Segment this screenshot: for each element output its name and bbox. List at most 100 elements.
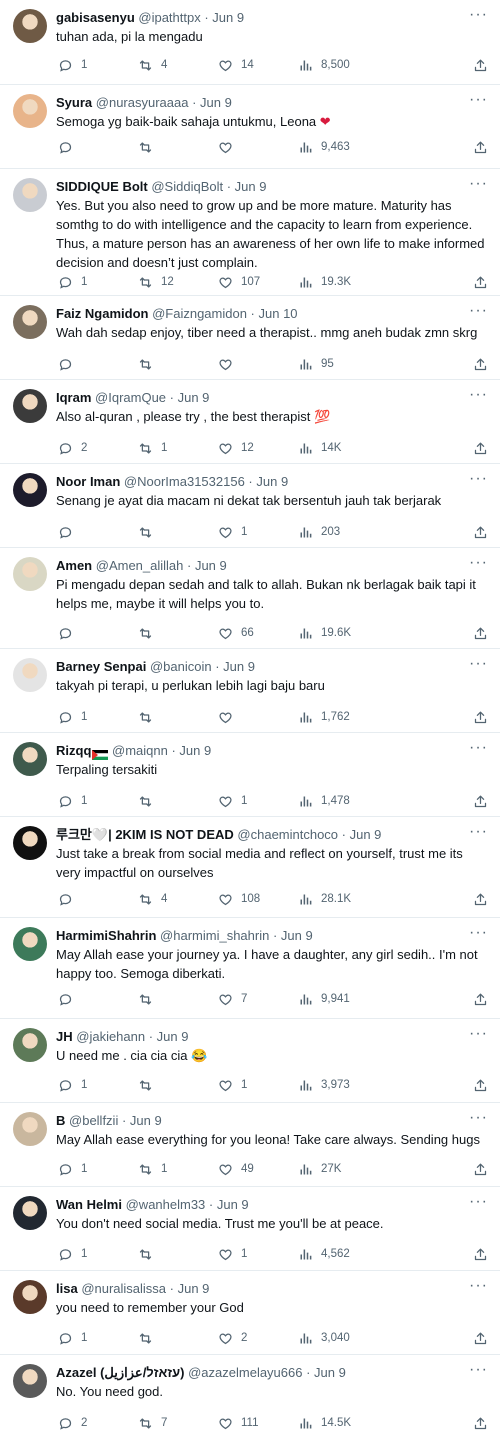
tweet[interactable]: Amen @Amen_alillah · Jun 9 ··· Pi mengadu … (0, 548, 500, 649)
share-button[interactable] (473, 1245, 488, 1263)
views-button[interactable]: 27K (298, 1160, 341, 1178)
tweet-date[interactable]: Jun 9 (179, 743, 211, 758)
tweet[interactable]: Syura @nurasyuraaaa · Jun 9 ··· Semoga yg … (0, 85, 500, 169)
user-handle[interactable]: @jakiehann (76, 1029, 145, 1044)
avatar[interactable] (13, 557, 47, 591)
user-handle[interactable]: @wanhelm33 (126, 1197, 206, 1212)
like-button[interactable]: 49 (218, 1160, 254, 1178)
views-button[interactable]: 203 (298, 523, 340, 541)
avatar[interactable] (13, 826, 47, 860)
tweet-date[interactable]: Jun 9 (212, 10, 244, 25)
tweet-date[interactable]: Jun 9 (178, 1281, 210, 1296)
retweet-button[interactable] (138, 708, 161, 726)
display-name[interactable]: B (56, 1113, 65, 1128)
tweet[interactable]: Faiz Ngamidon @Faizngamidon · Jun 10 ··· W… (0, 296, 500, 380)
like-button[interactable]: 14 (218, 56, 254, 74)
views-button[interactable]: 3,973 (298, 1076, 350, 1094)
reply-button[interactable]: 1 (58, 1329, 87, 1347)
avatar[interactable] (13, 473, 47, 507)
more-options-icon[interactable]: ··· (469, 1025, 488, 1043)
retweet-button[interactable]: 1 (138, 439, 167, 457)
display-name[interactable]: Rizqq (56, 743, 91, 758)
reply-button[interactable]: 2 (58, 1414, 87, 1432)
avatar[interactable] (13, 1280, 47, 1314)
reply-button[interactable]: 1 (58, 1076, 87, 1094)
retweet-button[interactable] (138, 138, 161, 156)
user-handle[interactable]: @chaemintchoco (237, 827, 338, 842)
retweet-button[interactable]: 7 (138, 1414, 167, 1432)
tweet-date[interactable]: Jun 9 (157, 1029, 189, 1044)
tweet-date[interactable]: Jun 9 (256, 474, 288, 489)
tweet-date[interactable]: Jun 9 (281, 928, 313, 943)
more-options-icon[interactable]: ··· (469, 470, 488, 488)
reply-button[interactable]: 1 (58, 792, 87, 810)
tweet[interactable]: Noor Iman @NoorIma31532156 · Jun 9 ··· Sen… (0, 464, 500, 548)
user-handle[interactable]: @maiqnn (112, 743, 168, 758)
views-button[interactable]: 4,562 (298, 1245, 350, 1263)
display-name[interactable]: Iqram (56, 390, 91, 405)
like-button[interactable]: 2 (218, 1329, 247, 1347)
avatar[interactable] (13, 742, 47, 776)
tweet[interactable]: B @bellfzii · Jun 9 ··· May Allah ease eve… (0, 1103, 500, 1187)
tweet[interactable]: HarmimiShahrin @harmimi_shahrin · Jun 9 ·… (0, 918, 500, 1019)
share-button[interactable] (473, 890, 488, 908)
reply-button[interactable] (58, 890, 81, 908)
tweet-date[interactable]: Jun 9 (223, 659, 255, 674)
user-handle[interactable]: @Faizngamidon (152, 306, 247, 321)
tweet[interactable]: gabisasenyu @ipathttpx · Jun 9 ··· tuhan a… (0, 0, 500, 85)
tweet[interactable]: lisa @nuralisalissa · Jun 9 ··· you need t… (0, 1271, 500, 1355)
user-handle[interactable]: @NoorIma31532156 (124, 474, 245, 489)
tweet[interactable]: 루크만🤍| 2KIM IS NOT DEAD @chaemintchoco · … (0, 817, 500, 918)
like-button[interactable]: 66 (218, 624, 254, 642)
tweet-date[interactable]: Jun 9 (130, 1113, 162, 1128)
share-button[interactable] (473, 1329, 488, 1347)
display-name[interactable]: lisa (56, 1281, 78, 1296)
display-name[interactable]: Wan Helmi (56, 1197, 122, 1212)
user-handle[interactable]: @banicoin (150, 659, 212, 674)
display-name[interactable]: Syura (56, 95, 92, 110)
like-button[interactable]: 111 (218, 1414, 258, 1432)
retweet-button[interactable] (138, 990, 161, 1008)
views-button[interactable]: 19.6K (298, 624, 351, 642)
display-name[interactable]: SIDDIQUE Bolt (56, 179, 148, 194)
reply-button[interactable] (58, 138, 81, 156)
like-button[interactable]: 1 (218, 1245, 247, 1263)
display-name[interactable]: gabisasenyu (56, 10, 135, 25)
tweet[interactable]: Iqram @IqramQue · Jun 9 ··· Also al-quran … (0, 380, 500, 464)
share-button[interactable] (473, 624, 488, 642)
share-button[interactable] (473, 1160, 488, 1178)
reply-button[interactable]: 1 (58, 1160, 87, 1178)
user-handle[interactable]: @nurasyuraaaa (96, 95, 189, 110)
tweet-date[interactable]: Jun 9 (235, 179, 267, 194)
display-name[interactable]: Azazel (עזאזל/عزازيل) (56, 1365, 184, 1380)
reply-button[interactable]: 1 (58, 1245, 87, 1263)
user-handle[interactable]: @IqramQue (95, 390, 166, 405)
avatar[interactable] (13, 1112, 47, 1146)
share-button[interactable] (473, 439, 488, 457)
reply-button[interactable]: 1 (58, 273, 87, 291)
more-options-icon[interactable]: ··· (469, 554, 488, 572)
share-button[interactable] (473, 990, 488, 1008)
retweet-button[interactable] (138, 523, 161, 541)
more-options-icon[interactable]: ··· (469, 91, 488, 109)
avatar[interactable] (13, 94, 47, 128)
avatar[interactable] (13, 9, 47, 43)
share-button[interactable] (473, 138, 488, 156)
views-button[interactable]: 95 (298, 355, 334, 373)
display-name[interactable]: Barney Senpai (56, 659, 146, 674)
reply-button[interactable]: 2 (58, 439, 87, 457)
user-handle[interactable]: @nuralisalissa (81, 1281, 166, 1296)
share-button[interactable] (473, 1076, 488, 1094)
avatar[interactable] (13, 305, 47, 339)
share-button[interactable] (473, 56, 488, 74)
tweet-date[interactable]: Jun 9 (195, 558, 227, 573)
retweet-button[interactable] (138, 624, 161, 642)
views-button[interactable]: 8,500 (298, 56, 350, 74)
display-name[interactable]: 루크만🤍| 2KIM IS NOT DEAD (56, 827, 234, 842)
tweet[interactable]: Azazel (עזאזל/عزازيل) @azazelmelayu666 ·… (0, 1355, 500, 1432)
retweet-button[interactable] (138, 1076, 161, 1094)
tweet[interactable]: JH @jakiehann · Jun 9 ··· U need me . cia … (0, 1019, 500, 1103)
tweet-date[interactable]: Jun 9 (314, 1365, 346, 1380)
retweet-button[interactable] (138, 355, 161, 373)
user-handle[interactable]: @ipathttpx (138, 10, 200, 25)
